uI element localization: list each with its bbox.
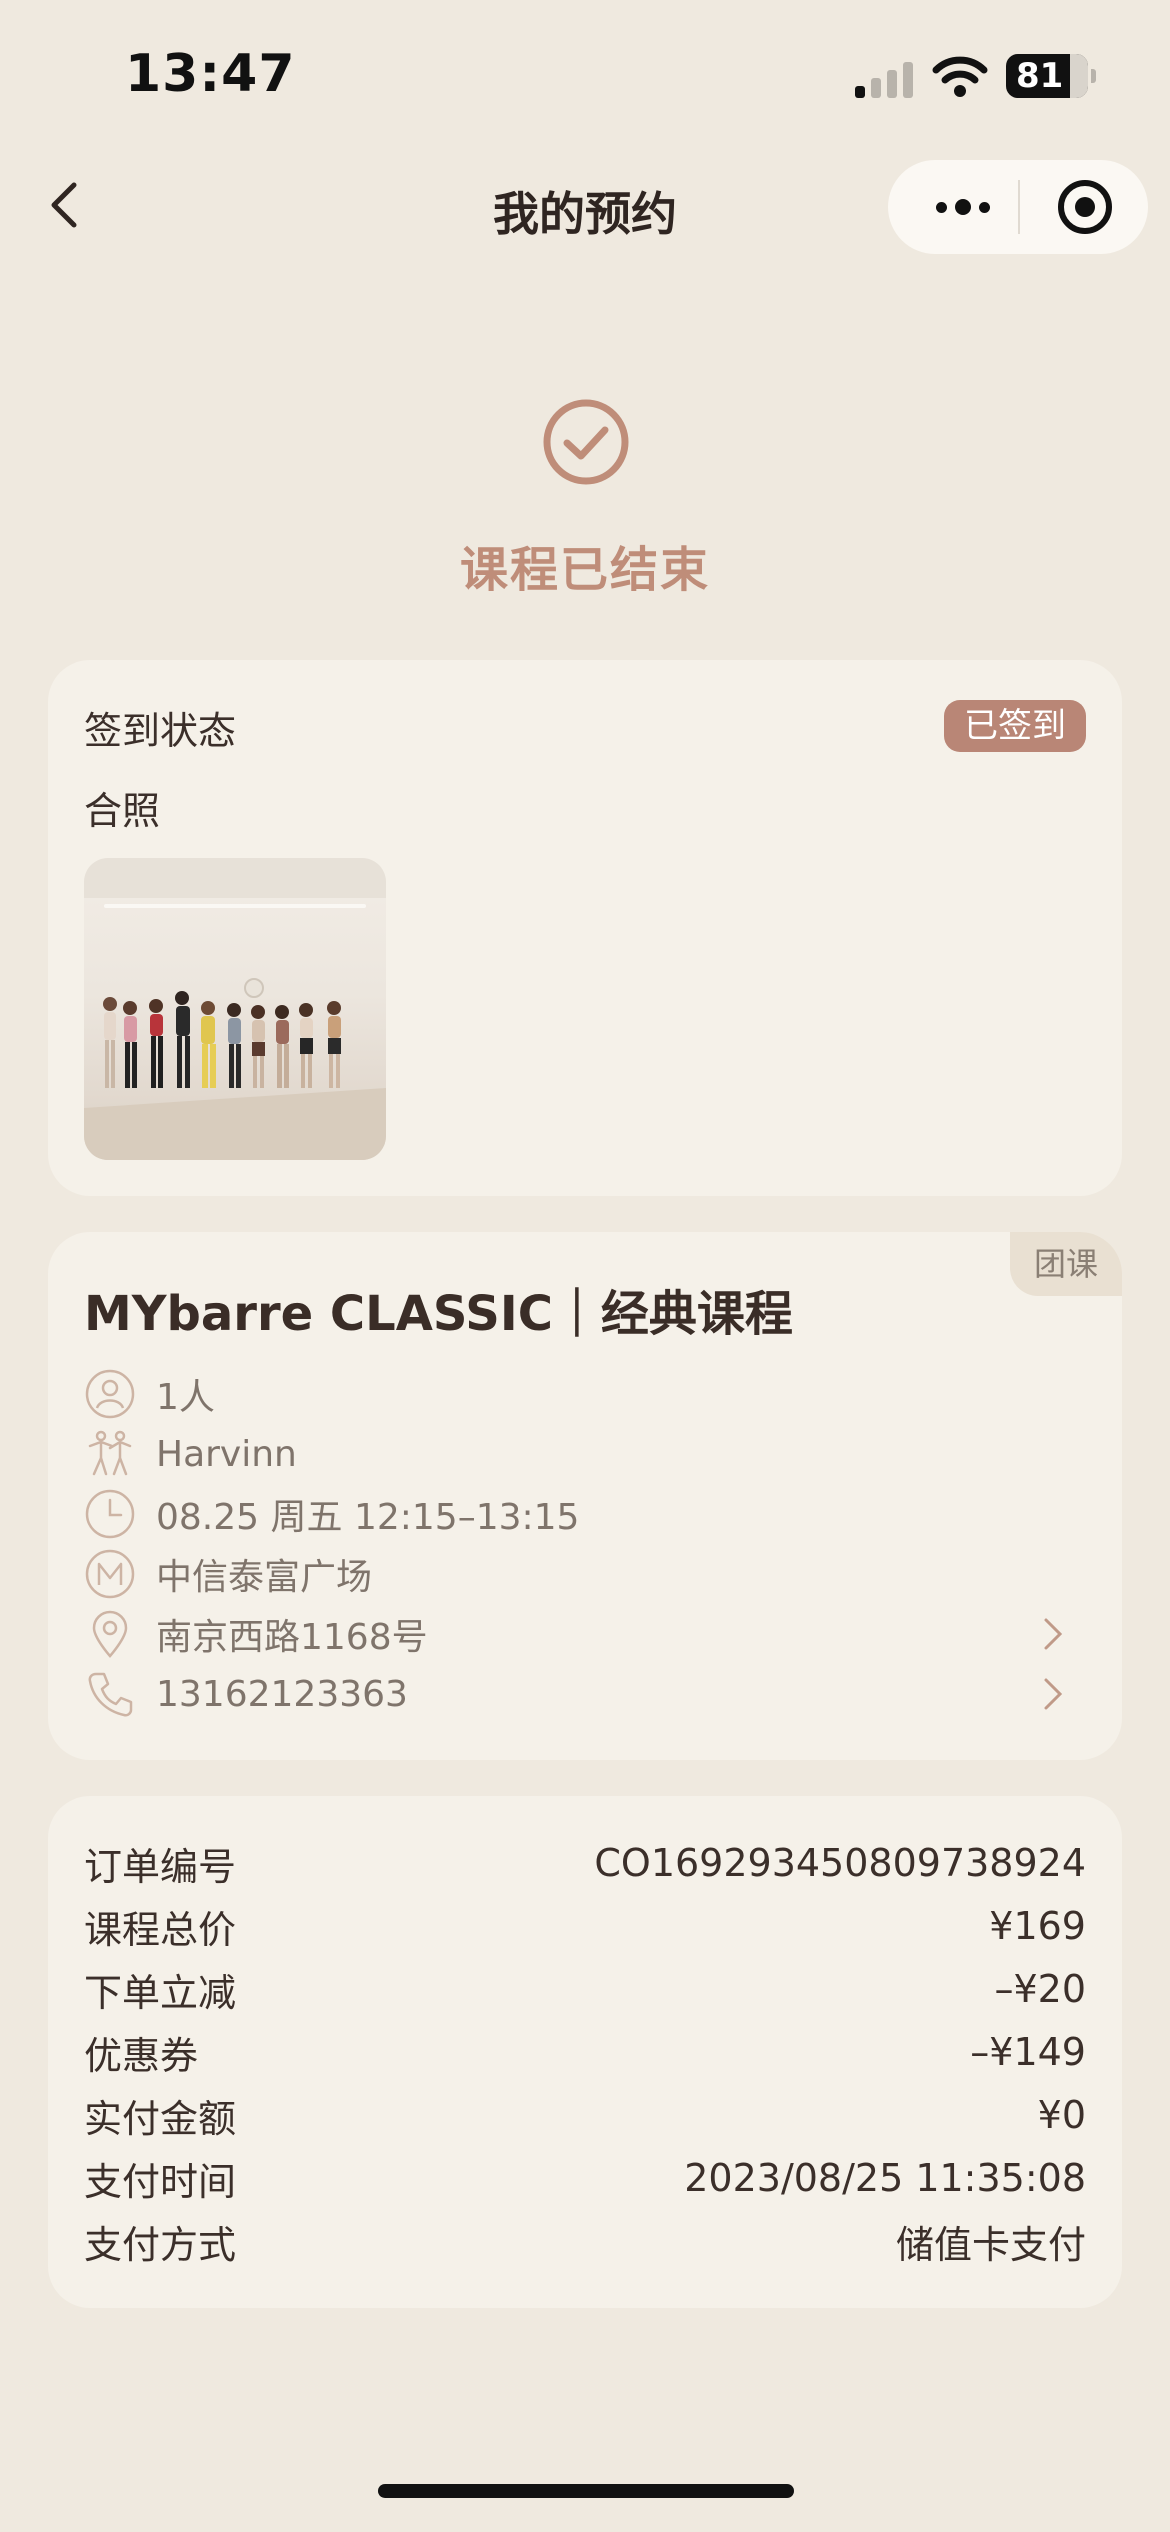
venue-row: 中信泰富广场 (84, 1546, 1086, 1602)
time-row: 08.25 周五 12:15–13:15 (84, 1486, 1086, 1542)
people-row: 1人 (84, 1366, 1086, 1422)
wifi-icon (932, 56, 988, 97)
payment-method-value: 储值卡支付 (895, 2222, 1086, 2267)
course-type-tag: 团课 (1010, 1232, 1122, 1296)
coupon-row: 优惠券 –¥149 (84, 2021, 1086, 2083)
phone-row[interactable]: 13162123363 (84, 1666, 1086, 1722)
order-number-row: 订单编号 CO169293450809738924 (84, 1832, 1086, 1894)
course-status-title: 课程已结束 (459, 542, 710, 598)
chevron-right-icon (1044, 1678, 1063, 1710)
phone-number: 13162123363 (156, 1673, 408, 1715)
status-bar: 13:47 81 (0, 0, 1170, 150)
capsule-divider (1018, 180, 1020, 234)
clock-icon (85, 1489, 135, 1539)
battery-icon: 81 (1006, 54, 1096, 98)
dot-icon (936, 201, 947, 213)
coupon-label: 优惠券 (84, 2033, 199, 2078)
payment-time-row: 支付时间 2023/08/25 11:35:08 (84, 2147, 1086, 2209)
instant-discount-value: –¥20 (994, 1967, 1086, 2011)
group-photo-image (84, 858, 386, 1160)
group-photo[interactable] (84, 858, 386, 1160)
coach-row: Harvinn (84, 1426, 1086, 1482)
class-time: 08.25 周五 12:15–13:15 (156, 1497, 580, 1538)
venue-name: 中信泰富广场 (156, 1557, 373, 1598)
status-time: 13:47 (125, 44, 296, 104)
total-price-label: 课程总价 (84, 1907, 237, 1952)
chevron-right-icon (1044, 1618, 1063, 1650)
navigation-bar: 我的预约 (0, 150, 1170, 260)
order-details-card: 订单编号 CO169293450809738924 课程总价 ¥169 下单立减… (48, 1796, 1122, 2308)
mini-program-capsule (888, 160, 1148, 254)
dancer-coach-icon (88, 1430, 132, 1476)
checkin-status-label: 签到状态 (84, 709, 237, 753)
dot-icon (955, 199, 971, 215)
payment-time-label: 支付时间 (84, 2159, 237, 2204)
paid-amount-label: 实付金额 (84, 2096, 237, 2141)
check-circle-icon (543, 399, 629, 485)
status-badge: 已签到 (944, 700, 1086, 752)
location-pin-icon (92, 1610, 128, 1658)
more-menu-button[interactable] (918, 160, 1008, 254)
course-title: MYbarre CLASSIC｜经典课程 (84, 1286, 793, 1342)
instant-discount-row: 下单立减 –¥20 (84, 1958, 1086, 2020)
phone-icon (88, 1672, 133, 1717)
coupon-value: –¥149 (970, 2030, 1086, 2074)
payment-time-value: 2023/08/25 11:35:08 (684, 2156, 1086, 2200)
paid-amount-value: ¥0 (1037, 2093, 1086, 2137)
course-card: 团课 MYbarre CLASSIC｜经典课程 1人 Harvinn 08.25… (48, 1232, 1122, 1760)
coach-name: Harvinn (156, 1433, 297, 1475)
total-price-value: ¥169 (989, 1904, 1086, 1948)
home-indicator[interactable] (378, 2484, 794, 2498)
studio-logo-icon (85, 1549, 135, 1599)
payment-method-label: 支付方式 (84, 2222, 237, 2267)
booking-detail-page: 13:47 81 我的预约 课程已结束 签到状态 已签到 合照 团课 MYbar… (0, 0, 1170, 2532)
group-photo-label: 合照 (84, 789, 161, 833)
payment-method-row: 支付方式 储值卡支付 (84, 2210, 1086, 2272)
close-miniprogram-target-icon[interactable] (1056, 178, 1114, 236)
order-number-value: CO169293450809738924 (594, 1841, 1086, 1885)
address-row[interactable]: 南京西路1168号 (84, 1606, 1086, 1662)
order-number-label: 订单编号 (84, 1844, 237, 1889)
battery-level: 81 (1016, 56, 1064, 96)
checkin-card: 签到状态 已签到 合照 (48, 660, 1122, 1196)
paid-amount-row: 实付金额 ¥0 (84, 2084, 1086, 2146)
instant-discount-label: 下单立减 (84, 1970, 237, 2015)
dot-icon (979, 201, 990, 213)
total-price-row: 课程总价 ¥169 (84, 1895, 1086, 1957)
person-icon (85, 1369, 135, 1419)
people-count: 1人 (156, 1377, 215, 1418)
cellular-signal-icon (855, 58, 915, 98)
venue-address: 南京西路1168号 (156, 1617, 428, 1658)
